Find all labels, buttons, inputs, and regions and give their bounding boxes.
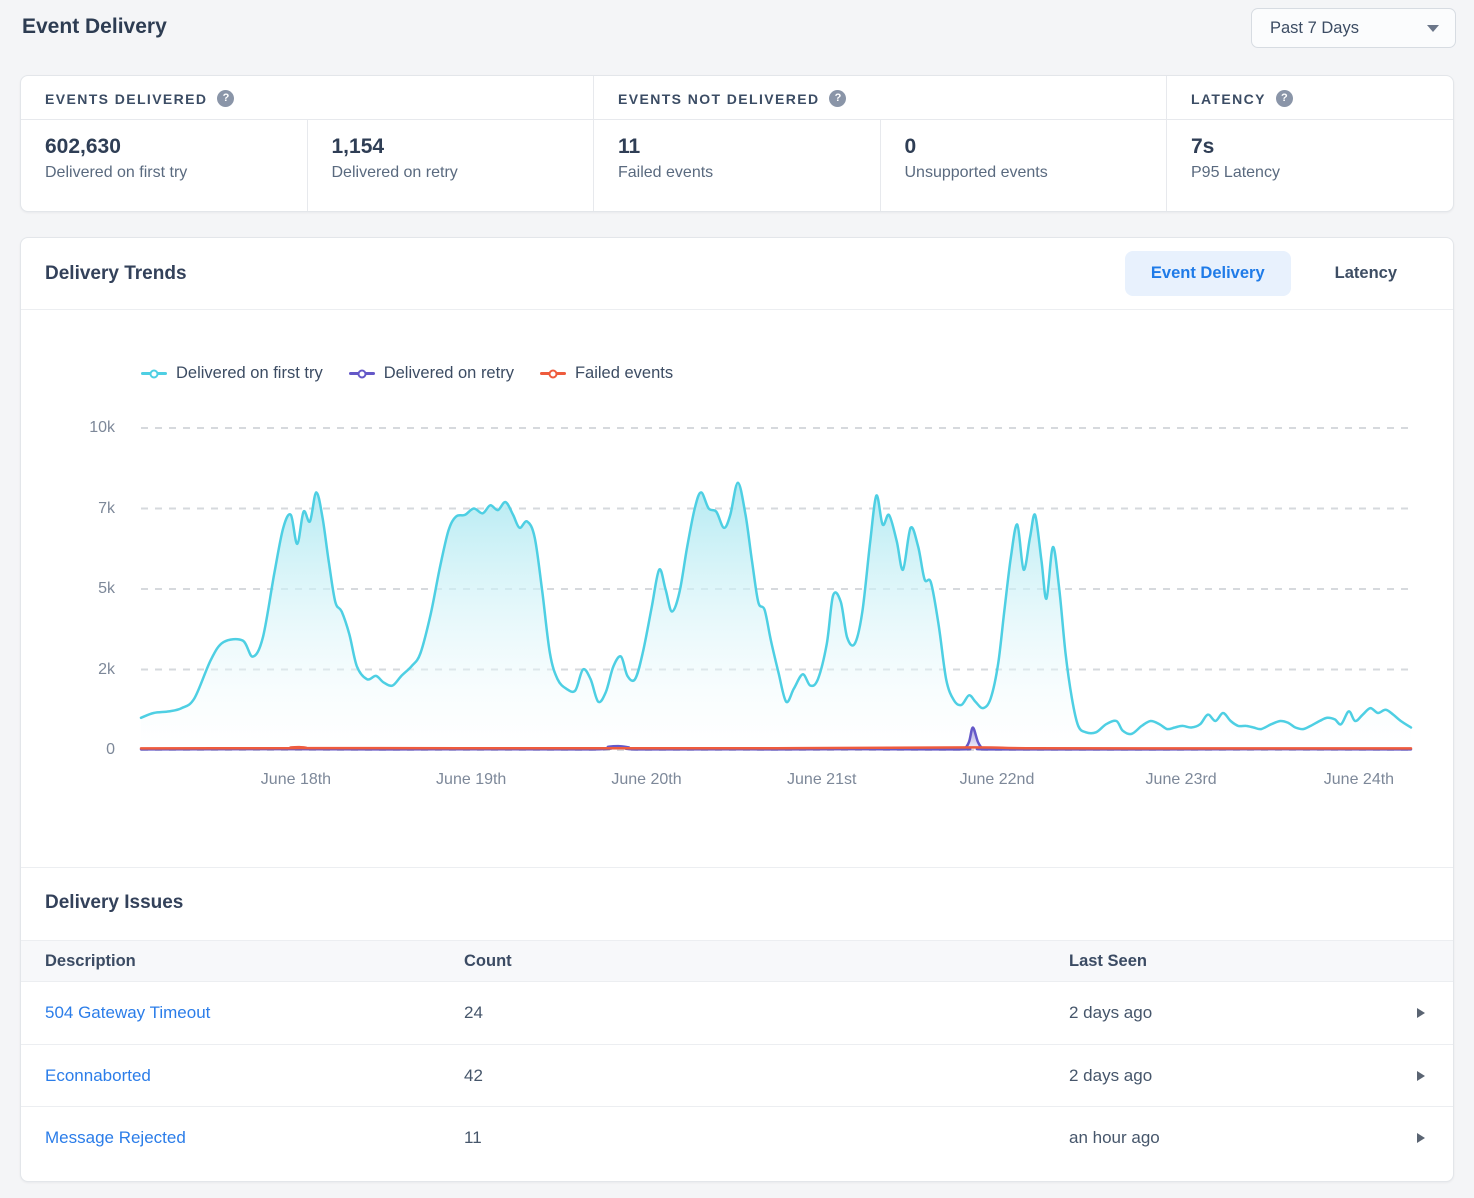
legend-dot-icon bbox=[357, 369, 366, 378]
event-delivery-dashboard: Event Delivery Past 7 Days EVENTS DELIVE… bbox=[0, 0, 1474, 1198]
help-icon[interactable]: ? bbox=[829, 90, 846, 107]
x-tick-label: June 18th bbox=[261, 771, 331, 789]
stat-group-header: LATENCY? bbox=[1167, 76, 1453, 120]
legend-marker-icon bbox=[141, 372, 167, 375]
issue-last-seen: 2 days ago bbox=[1069, 1003, 1391, 1023]
stat-group-label: EVENTS NOT DELIVERED bbox=[618, 91, 819, 107]
y-tick-label: 10k bbox=[89, 419, 115, 437]
issue-link[interactable]: Econnaborted bbox=[45, 1066, 464, 1086]
column-header-last-seen: Last Seen bbox=[1069, 952, 1391, 971]
issue-link[interactable]: Message Rejected bbox=[45, 1128, 464, 1148]
x-axis: June 18th June 19th June 20th June 21st June… bbox=[141, 765, 1411, 795]
metric-delivered-on-first-try: 602,630 Delivered on first try bbox=[21, 120, 307, 211]
stat-group-body: 11 Failed events 0 Unsupported events bbox=[594, 120, 1166, 211]
metric-label: Failed events bbox=[618, 164, 856, 182]
metric-label: Delivered on first try bbox=[45, 164, 283, 182]
y-tick-label: 2k bbox=[98, 661, 115, 679]
legend-item-failed-events[interactable]: Failed events bbox=[540, 364, 673, 383]
issue-link[interactable]: 504 Gateway Timeout bbox=[45, 1003, 464, 1023]
metric-value: 7s bbox=[1191, 135, 1429, 159]
date-range-dropdown[interactable]: Past 7 Days bbox=[1251, 8, 1456, 48]
page-title: Event Delivery bbox=[22, 15, 167, 39]
issues-table: DescriptionCountLast Seen504 Gateway Tim… bbox=[21, 940, 1453, 1168]
delivery-trends-chart bbox=[141, 428, 1411, 750]
trends-tabs: Event Delivery Latency bbox=[1125, 251, 1423, 296]
metric-value: 11 bbox=[618, 135, 856, 159]
stat-group-header: EVENTS DELIVERED? bbox=[21, 76, 593, 120]
legend-item-delivered-on-retry[interactable]: Delivered on retry bbox=[349, 364, 514, 383]
issues-title: Delivery Issues bbox=[45, 892, 1453, 914]
date-range-value: Past 7 Days bbox=[1270, 19, 1359, 38]
legend-label: Delivered on first try bbox=[176, 364, 323, 383]
legend-label: Failed events bbox=[575, 364, 673, 383]
stat-group-events-not-delivered: EVENTS NOT DELIVERED? 11 Failed events 0 Uns… bbox=[593, 76, 1166, 211]
series-area-delivered-on-first-try bbox=[141, 483, 1411, 750]
legend-label: Delivered on retry bbox=[384, 364, 514, 383]
x-tick-label: June 23rd bbox=[1146, 771, 1217, 789]
metric-label: P95 Latency bbox=[1191, 164, 1429, 182]
metric-label: Unsupported events bbox=[905, 164, 1143, 182]
column-header-description: Description bbox=[45, 952, 464, 971]
chart-block: Delivered on first try Delivered on retry… bbox=[21, 310, 1453, 867]
metric-delivered-on-retry: 1,154 Delivered on retry bbox=[307, 120, 594, 211]
series-line-failed-events bbox=[141, 747, 1411, 748]
tab-latency[interactable]: Latency bbox=[1309, 251, 1423, 296]
chevron-down-icon bbox=[1427, 25, 1439, 32]
chevron-right-icon[interactable] bbox=[1417, 1071, 1425, 1081]
stat-group-events-delivered: EVENTS DELIVERED? 602,630 Delivered on fir… bbox=[21, 76, 593, 211]
trends-header: Delivery Trends Event Delivery Latency bbox=[21, 238, 1453, 310]
x-tick-label: June 21st bbox=[787, 771, 856, 789]
y-tick-label: 0 bbox=[106, 741, 115, 759]
table-row-econnaborted[interactable]: Econnaborted422 days ago bbox=[21, 1044, 1453, 1106]
chart-legend: Delivered on first try Delivered on retry… bbox=[141, 364, 1453, 383]
trends-card: Delivery Trends Event Delivery Latency De… bbox=[20, 237, 1454, 1182]
chevron-right-icon[interactable] bbox=[1417, 1008, 1425, 1018]
stats-summary-card: EVENTS DELIVERED? 602,630 Delivered on fir… bbox=[20, 75, 1454, 212]
metric-p95-latency: 7s P95 Latency bbox=[1167, 120, 1453, 211]
legend-dot-icon bbox=[548, 369, 557, 378]
issue-count: 11 bbox=[464, 1128, 1069, 1148]
help-icon[interactable]: ? bbox=[1276, 90, 1293, 107]
x-tick-label: June 22nd bbox=[960, 771, 1035, 789]
x-tick-label: June 20th bbox=[611, 771, 681, 789]
column-header-count: Count bbox=[464, 952, 1069, 971]
stat-group-label: LATENCY bbox=[1191, 91, 1266, 107]
metric-value: 0 bbox=[905, 135, 1143, 159]
issue-count: 42 bbox=[464, 1066, 1069, 1086]
stat-group-latency: LATENCY? 7s P95 Latency bbox=[1166, 76, 1453, 211]
y-tick-label: 5k bbox=[98, 580, 115, 598]
stat-group-body: 7s P95 Latency bbox=[1167, 120, 1453, 211]
legend-marker-icon bbox=[349, 372, 375, 375]
y-tick-label: 7k bbox=[98, 500, 115, 518]
help-icon[interactable]: ? bbox=[217, 90, 234, 107]
trends-title: Delivery Trends bbox=[45, 263, 187, 285]
tab-event-delivery[interactable]: Event Delivery bbox=[1125, 251, 1291, 296]
plot-wrap: 02k5k7k10k bbox=[21, 428, 1453, 750]
legend-marker-icon bbox=[540, 372, 566, 375]
issues-table-header: DescriptionCountLast Seen bbox=[21, 940, 1453, 982]
issue-last-seen: 2 days ago bbox=[1069, 1066, 1391, 1086]
metric-label: Delivered on retry bbox=[332, 164, 570, 182]
stat-group-header: EVENTS NOT DELIVERED? bbox=[594, 76, 1166, 120]
table-row-message-rejected[interactable]: Message Rejected11an hour ago bbox=[21, 1106, 1453, 1168]
stat-group-body: 602,630 Delivered on first try 1,154 Delive… bbox=[21, 120, 593, 211]
top-bar: Event Delivery Past 7 Days bbox=[0, 0, 1474, 75]
issue-last-seen: an hour ago bbox=[1069, 1128, 1391, 1148]
issue-count: 24 bbox=[464, 1003, 1069, 1023]
stat-group-label: EVENTS DELIVERED bbox=[45, 91, 207, 107]
table-row-504-gateway-timeout[interactable]: 504 Gateway Timeout242 days ago bbox=[21, 982, 1453, 1044]
metric-unsupported-events: 0 Unsupported events bbox=[880, 120, 1167, 211]
legend-dot-icon bbox=[150, 369, 159, 378]
legend-item-delivered-on-first-try[interactable]: Delivered on first try bbox=[141, 364, 323, 383]
metric-failed-events: 11 Failed events bbox=[594, 120, 880, 211]
metric-value: 1,154 bbox=[332, 135, 570, 159]
y-axis: 02k5k7k10k bbox=[21, 428, 141, 750]
chevron-right-icon[interactable] bbox=[1417, 1133, 1425, 1143]
issues-section: Delivery Issues DescriptionCountLast See… bbox=[21, 867, 1453, 1181]
x-tick-label: June 24th bbox=[1324, 771, 1394, 789]
x-tick-label: June 19th bbox=[436, 771, 506, 789]
metric-value: 602,630 bbox=[45, 135, 283, 159]
